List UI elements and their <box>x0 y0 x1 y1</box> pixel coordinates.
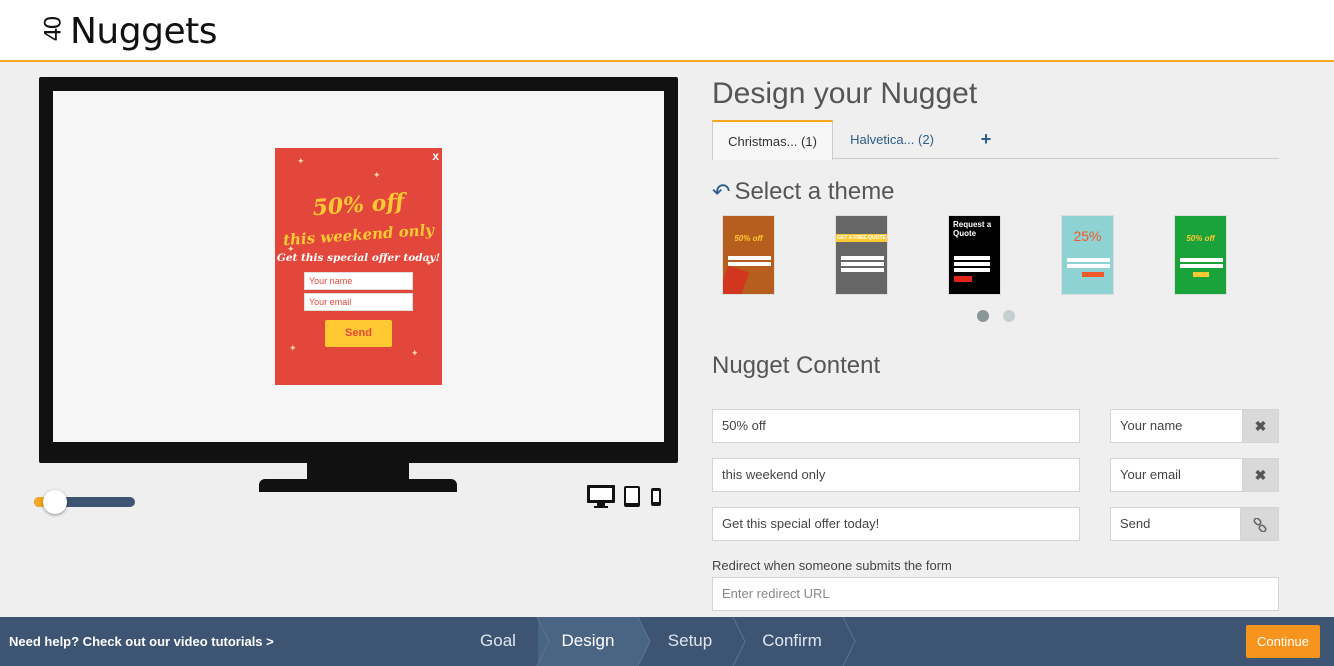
mobile-icon[interactable] <box>650 487 662 507</box>
step-goal[interactable]: Goal <box>458 617 538 666</box>
thumb-field <box>954 256 990 260</box>
step-separator-icon <box>842 617 856 666</box>
popup-email-input[interactable]: Your email <box>304 293 413 311</box>
step-design[interactable]: Design <box>538 617 638 666</box>
thumb-button <box>1193 272 1209 277</box>
desktop-preview-monitor: ✦ ✦ ✦ ✦ ✦ ✦ x 50% off this weekend only … <box>39 77 678 463</box>
tab-halvetica[interactable]: Halvetica... (2) <box>843 120 941 159</box>
zoom-slider-handle[interactable] <box>43 490 67 514</box>
step-confirm[interactable]: Confirm <box>742 617 842 666</box>
theme-thumb-green[interactable]: 50% off <box>1174 215 1227 295</box>
footer-wizard-bar: Need help? Check out our video tutorials… <box>0 617 1334 666</box>
carousel-dot-2[interactable] <box>1003 310 1015 322</box>
theme-thumb-free-quote[interactable]: GET A FREE QUOTE <box>835 215 888 295</box>
step-separator-icon <box>536 617 550 666</box>
sparkle-icon: ✦ <box>289 343 297 353</box>
continue-button[interactable]: Continue <box>1246 625 1320 658</box>
headline-input[interactable]: 50% off <box>712 409 1080 443</box>
preview-screen: ✦ ✦ ✦ ✦ ✦ ✦ x 50% off this weekend only … <box>53 91 664 442</box>
desktop-icon[interactable] <box>586 484 616 509</box>
remove-name-field-icon[interactable]: ✖ <box>1242 409 1279 443</box>
select-theme-heading: ↶ Select a theme <box>712 178 895 206</box>
theme-thumb-text: 50% off <box>734 234 763 243</box>
link-icon[interactable] <box>1240 507 1279 541</box>
thumb-field <box>728 262 771 266</box>
add-tab-icon[interactable]: + <box>974 120 998 159</box>
popup-tagline: Get this special offer today! <box>276 252 441 264</box>
theme-thumb-christmas[interactable]: 50% off <box>722 215 775 295</box>
theme-tabs: Christmas... (1) Halvetica... (2) + <box>712 120 1279 160</box>
name-field-label-input[interactable]: Your name <box>1110 409 1243 443</box>
remove-email-field-icon[interactable]: ✖ <box>1242 458 1279 492</box>
popup-close-icon[interactable]: x <box>432 149 439 163</box>
step-separator-icon <box>638 617 651 666</box>
thumb-field <box>841 262 884 266</box>
sparkle-icon: ✦ <box>411 348 419 358</box>
step-separator-icon <box>732 617 746 666</box>
page-title: Design your Nugget <box>712 77 978 110</box>
logo-mark: 40 <box>41 17 67 42</box>
theme-thumb-text: Request a Quote <box>953 220 992 238</box>
video-tutorials-link[interactable]: Need help? Check out our video tutorials… <box>9 617 274 666</box>
theme-thumb-text: GET A FREE QUOTE <box>837 235 886 241</box>
tagline-input[interactable]: Get this special offer today! <box>712 507 1080 541</box>
theme-thumb-text: 25% <box>1073 228 1102 244</box>
popup-headline: 50% off <box>311 188 406 222</box>
thumb-button <box>1082 272 1104 277</box>
thumb-field <box>1067 258 1110 262</box>
nugget-popup-preview: ✦ ✦ ✦ ✦ ✦ ✦ x 50% off this weekend only … <box>275 148 442 385</box>
thumb-field <box>1180 264 1223 268</box>
popup-name-input[interactable]: Your name <box>304 272 413 290</box>
email-field-label-input[interactable]: Your email <box>1110 458 1243 492</box>
logo[interactable]: 40 Nuggets <box>41 4 218 54</box>
theme-thumb-teal[interactable]: 25% <box>1061 215 1114 295</box>
thumb-field <box>954 262 990 266</box>
tab-christmas[interactable]: Christmas... (1) <box>712 120 833 160</box>
tablet-icon[interactable] <box>623 485 641 508</box>
redirect-label: Redirect when someone submits the form <box>712 558 952 573</box>
link-glyph <box>1252 517 1267 533</box>
thumb-button <box>954 276 972 282</box>
redirect-url-input[interactable]: Enter redirect URL <box>712 577 1279 611</box>
sparkle-icon: ✦ <box>297 156 305 166</box>
popup-send-button[interactable]: Send <box>325 320 392 347</box>
logo-text: Nuggets <box>70 11 217 52</box>
send-button-label-input[interactable]: Send <box>1110 507 1241 541</box>
monitor-stand <box>307 463 409 479</box>
theme-thumb-text: 50% off <box>1186 234 1215 243</box>
step-setup[interactable]: Setup <box>648 617 732 666</box>
header: 40 Nuggets <box>0 0 1334 62</box>
carousel-dot-1[interactable] <box>977 310 989 322</box>
popup-subheadline: this weekend only <box>282 220 435 250</box>
gift-decoration <box>723 265 750 294</box>
sparkle-icon: ✦ <box>373 170 381 180</box>
subheadline-input[interactable]: this weekend only <box>712 458 1080 492</box>
monitor-base <box>259 479 457 492</box>
thumb-field <box>728 256 771 260</box>
thumb-field <box>1180 258 1223 262</box>
thumb-field <box>954 268 990 272</box>
thumb-field <box>1067 264 1110 268</box>
thumb-field <box>841 268 884 272</box>
thumb-field <box>841 256 884 260</box>
nugget-content-heading: Nugget Content <box>712 352 881 379</box>
back-arrow-icon[interactable]: ↶ <box>712 179 730 205</box>
theme-thumb-request-quote[interactable]: Request a Quote <box>948 215 1001 295</box>
select-theme-label: Select a theme <box>734 178 895 205</box>
